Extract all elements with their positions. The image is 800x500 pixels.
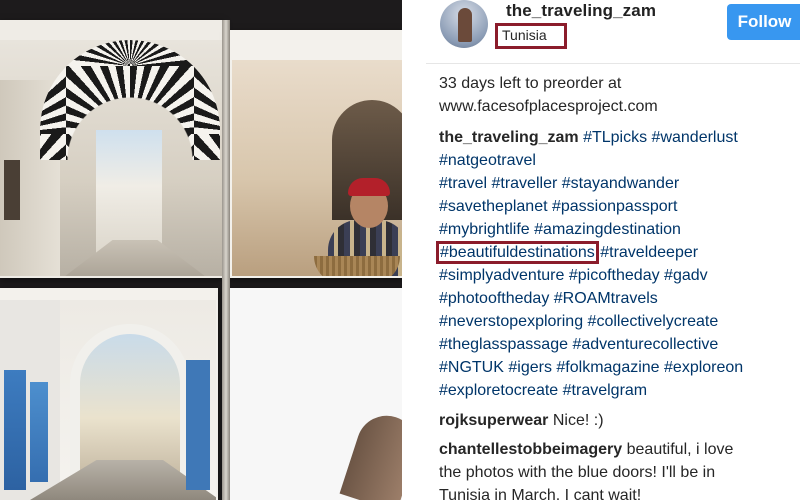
hashtag-link[interactable]: #theglasspassage (439, 336, 568, 353)
hashtag-link[interactable]: #stayandwander (562, 175, 679, 192)
hashtag-link[interactable]: #adventurecollective (572, 336, 718, 353)
caption-line: #photooftheday #ROAMtravels (439, 287, 799, 310)
divider (426, 63, 800, 64)
caption: the_traveling_zam #TLpicks #wanderlust #n… (436, 126, 799, 402)
caption-username-link[interactable]: the_traveling_zam (439, 129, 579, 146)
hashtag-link[interactable]: #passionpassport (552, 198, 677, 215)
book-spine (222, 20, 230, 500)
text-line: 33 days left to preorder at (439, 75, 622, 92)
caption-line: #beautifuldestinations #traveldeeper (436, 241, 799, 264)
comment: rojksuperwear Nice! :) (439, 409, 604, 432)
post-header: the_traveling_zam Tunisia Follow (402, 0, 800, 62)
caption-line: the_traveling_zam #TLpicks #wanderlust (439, 126, 799, 149)
caption-line: #natgeotravel (439, 149, 799, 172)
caption-line: #NGTUK #igers #folkmagazine #exploreon (439, 356, 799, 379)
text-line: www.facesofplacesproject.com (439, 98, 658, 115)
comment: chantellestobbeimagery beautiful, i love… (439, 438, 800, 500)
hashtag-link[interactable]: #picoftheday (569, 267, 660, 284)
striped-arch-street-photo (0, 40, 222, 276)
hashtag-link[interactable]: #igers (508, 359, 552, 376)
caption-line: #simplyadventure #picoftheday #gadv (439, 264, 799, 287)
follow-button[interactable]: Follow (727, 4, 800, 40)
comment-username-link[interactable]: chantellestobbeimagery (439, 441, 622, 458)
hashtag-link[interactable]: #amazingdestination (534, 221, 681, 238)
hashtag-link[interactable]: #wanderlust (652, 129, 738, 146)
hashtag-link[interactable]: #traveller (491, 175, 557, 192)
hashtag-link[interactable]: #ROAMtravels (554, 290, 658, 307)
avatar[interactable] (440, 0, 488, 48)
comment-text: Tunisia in March. I cant wait! (439, 487, 642, 500)
caption-line: #exploretocreate #travelgram (439, 379, 799, 402)
book-photo (0, 0, 402, 500)
comment-text: Nice! :) (552, 412, 604, 429)
hashtag-link[interactable]: #travel (439, 175, 487, 192)
hashtag-link[interactable]: #traveldeeper (600, 244, 698, 261)
hashtag-link[interactable]: #collectivelycreate (588, 313, 719, 330)
caption-line: #neverstopexploring #collectivelycreate (439, 310, 799, 333)
hashtag-link[interactable]: #beautifuldestinations (436, 241, 599, 264)
hashtag-link[interactable]: #photooftheday (439, 290, 549, 307)
caption-line: #theglasspassage #adventurecollective (439, 333, 799, 356)
hashtag-link[interactable]: #TLpicks (583, 129, 647, 146)
hashtag-link[interactable]: #natgeotravel (439, 152, 536, 169)
comment-text: beautiful, i love (626, 441, 734, 458)
hashtag-link[interactable]: #folkmagazine (556, 359, 659, 376)
post-panel: the_traveling_zam Tunisia Follow 33 days… (402, 0, 800, 500)
hashtag-link[interactable]: #neverstopexploring (439, 313, 583, 330)
hashtag-link[interactable]: #travelgram (563, 382, 647, 399)
hashtag-link[interactable]: #savetheplanet (439, 198, 548, 215)
comment-username-link[interactable]: rojksuperwear (439, 412, 548, 429)
hashtag-link[interactable]: #gadv (664, 267, 708, 284)
hashtag-link[interactable]: #NGTUK (439, 359, 504, 376)
hashtag-link[interactable]: #exploreon (664, 359, 743, 376)
hashtag-link[interactable]: #simplyadventure (439, 267, 564, 284)
hashtag-link[interactable]: #mybrightlife (439, 221, 530, 238)
preorder-text: 33 days left to preorder at www.facesofp… (439, 72, 658, 118)
blue-doors-alley-photo (0, 300, 216, 500)
location-link[interactable]: Tunisia (502, 27, 547, 43)
hashtag-link[interactable]: #exploretocreate (439, 382, 558, 399)
caption-line: #mybrightlife #amazingdestination (439, 218, 799, 241)
username-link[interactable]: the_traveling_zam (506, 1, 656, 21)
caption-line: #travel #traveller #stayandwander (439, 172, 799, 195)
comment-text: the photos with the blue doors! I'll be … (439, 464, 716, 481)
caption-line: #savetheplanet #passionpassport (439, 195, 799, 218)
man-with-basket-photo (232, 60, 402, 276)
